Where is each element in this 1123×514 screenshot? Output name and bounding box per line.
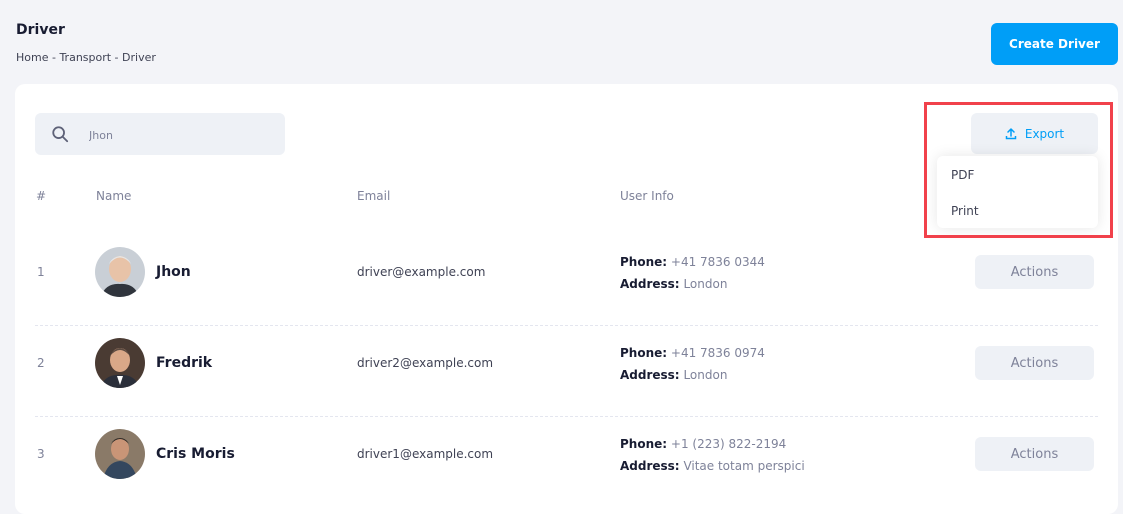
avatar — [95, 247, 145, 297]
driver-name: Fredrik — [156, 355, 213, 371]
phone-value: +41 7836 0974 — [670, 346, 765, 360]
page-title: Driver — [16, 22, 65, 38]
actions-button[interactable]: Actions — [975, 255, 1094, 289]
user-info: Phone: +41 7836 0974 Address: London — [620, 342, 765, 386]
avatar — [95, 338, 145, 388]
driver-name: Cris Moris — [156, 446, 235, 462]
avatar-photo — [95, 247, 145, 297]
table-row: 1 Jhon driver@example.com Phone: +41 783… — [35, 234, 1098, 326]
address-label: Address: — [620, 459, 680, 473]
search-input[interactable] — [87, 113, 271, 157]
table-row: 2 Fredrik driver2@example.com Phone: +41… — [35, 325, 1098, 417]
row-number: 2 — [37, 356, 45, 370]
create-driver-button[interactable]: Create Driver — [991, 23, 1118, 65]
highlight-box — [924, 102, 1113, 238]
phone-label: Phone: — [620, 437, 668, 451]
avatar — [95, 429, 145, 479]
address-value: London — [683, 368, 728, 382]
user-info: Phone: +41 7836 0344 Address: London — [620, 251, 765, 295]
row-number: 3 — [37, 447, 45, 461]
search-icon — [52, 126, 69, 143]
address-label: Address: — [620, 368, 680, 382]
search-box[interactable] — [35, 113, 285, 157]
actions-button[interactable]: Actions — [975, 437, 1094, 471]
column-header-email: Email — [357, 189, 391, 203]
address-label: Address: — [620, 277, 680, 291]
address-value: London — [683, 277, 728, 291]
row-number: 1 — [37, 265, 45, 279]
address-value: Vitae totam perspici — [683, 459, 805, 473]
column-header-number: # — [36, 189, 47, 203]
table-row: 3 Cris Moris driver1@example.com Phone: … — [35, 416, 1098, 507]
avatar-photo — [95, 338, 145, 388]
column-header-user-info: User Info — [620, 189, 674, 203]
driver-name: Jhon — [156, 264, 191, 280]
phone-label: Phone: — [620, 255, 668, 269]
column-header-name: Name — [96, 189, 132, 203]
breadcrumb: Home - Transport - Driver — [16, 51, 156, 64]
actions-button[interactable]: Actions — [975, 346, 1094, 380]
user-info: Phone: +1 (223) 822-2194 Address: Vitae … — [620, 433, 805, 477]
driver-email: driver2@example.com — [357, 356, 494, 370]
avatar-photo — [95, 429, 145, 479]
driver-email: driver1@example.com — [357, 447, 494, 461]
phone-value: +41 7836 0344 — [670, 255, 765, 269]
phone-value: +1 (223) 822-2194 — [670, 437, 787, 451]
phone-label: Phone: — [620, 346, 668, 360]
driver-email: driver@example.com — [357, 265, 486, 279]
